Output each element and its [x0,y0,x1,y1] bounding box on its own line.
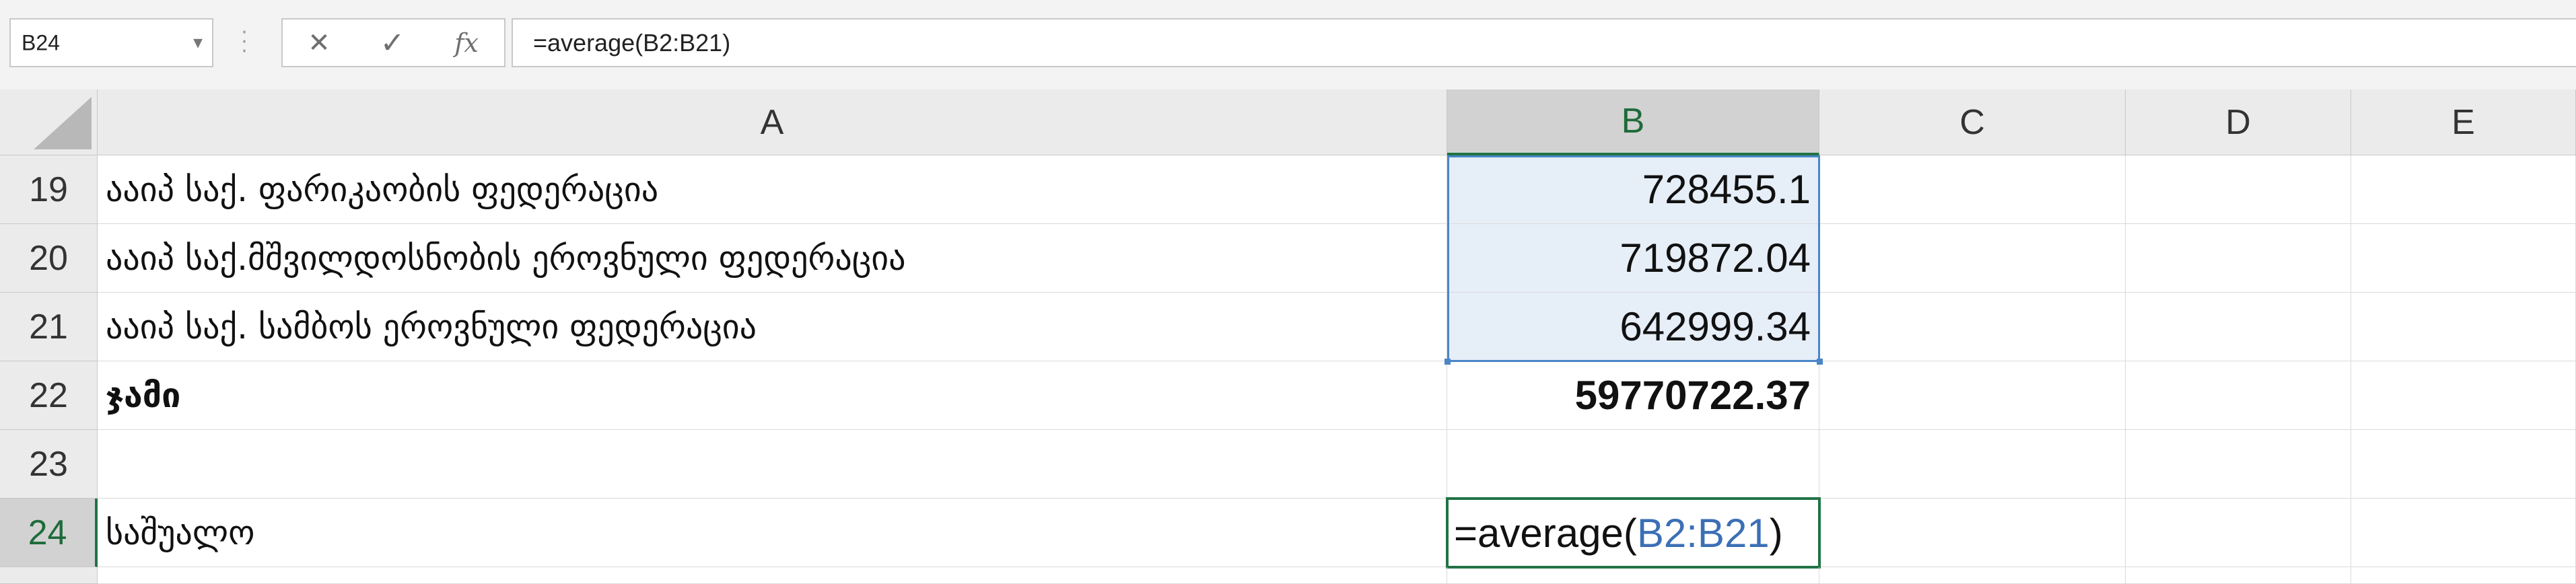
cell-d22[interactable] [2126,361,2351,430]
column-header-a[interactable]: A [98,89,1447,155]
cell-a21[interactable]: ააიპ საქ. სამბოს ეროვნული ფედერაცია [98,293,1447,361]
column-header-d[interactable]: D [2126,89,2351,155]
column-header-b[interactable]: B [1447,89,1819,155]
cell-c21[interactable] [1819,293,2126,361]
row-header-20[interactable]: 20 [0,224,98,293]
cell-a22[interactable]: ჯამი [98,361,1447,430]
row-header-19[interactable]: 19 [0,155,98,224]
cell-b22[interactable]: 59770722.37 [1447,361,1819,430]
row-header-23[interactable]: 23 [0,430,98,499]
formula-bar: B24 ▼ · · · ✕ ✓ fx =average(B2:B21) [0,0,2576,90]
formula-text: =average(B2:B21) [533,28,731,57]
cell-e21[interactable] [2351,293,2576,361]
cell-b20[interactable]: 719872.04 [1447,224,1819,293]
cell-a20[interactable]: ააიპ საქ.მშვილდოსნობის ეროვნული ფედერაცი… [98,224,1447,293]
chevron-down-icon[interactable]: ▼ [193,36,203,50]
row-header-22[interactable]: 22 [0,361,98,430]
cell-d24[interactable] [2126,499,2351,567]
cancel-icon[interactable]: ✕ [308,28,330,59]
cell-d19[interactable] [2126,155,2351,224]
cell-d25[interactable] [2126,567,2351,584]
cell-b25[interactable] [1447,567,1819,584]
range-handle-bottom-right[interactable] [1817,359,1823,365]
row-header-25-partial[interactable] [0,567,98,584]
cell-c24[interactable] [1819,499,2126,567]
enter-check-icon[interactable]: ✓ [380,26,405,60]
cell-b23[interactable] [1447,430,1819,499]
cell-a25[interactable] [98,567,1447,584]
cell-b21[interactable]: 642999.34 [1447,293,1819,361]
row-header-24[interactable]: 24 [0,499,98,567]
cell-a23[interactable] [98,430,1447,499]
edit-formula-suffix: ) [1769,510,1783,556]
column-header-c[interactable]: C [1819,89,2126,155]
select-all-corner[interactable] [0,89,98,155]
cell-c19[interactable] [1819,155,2126,224]
edit-formula-range-ref: B2:B21 [1636,510,1770,556]
row-header-21[interactable]: 21 [0,293,98,361]
cell-b19[interactable]: 728455.1 [1447,155,1819,224]
insert-function-icon[interactable]: fx [454,28,479,58]
cell-e25[interactable] [2351,567,2576,584]
cell-e22[interactable] [2351,361,2576,430]
cell-e23[interactable] [2351,430,2576,499]
active-cell-b24-editor[interactable]: =average(B2:B21) [1446,497,1821,569]
cell-d21[interactable] [2126,293,2351,361]
edit-formula-prefix: =average( [1454,510,1637,556]
range-handle-bottom-left[interactable] [1444,359,1451,365]
cell-e19[interactable] [2351,155,2576,224]
cell-c25[interactable] [1819,567,2126,584]
name-box-value: B24 [22,30,60,54]
formula-input[interactable]: =average(B2:B21) [512,18,2576,67]
cell-a24[interactable]: საშუალო [98,499,1447,567]
name-box[interactable]: B24 ▼ [9,18,213,67]
cell-d23[interactable] [2126,430,2351,499]
spreadsheet-grid: A B C D E 19 20 21 22 23 24 ააიპ საქ. ფა… [0,89,2576,584]
select-all-triangle-icon [34,97,92,149]
column-header-e[interactable]: E [2351,89,2576,155]
cell-d20[interactable] [2126,224,2351,293]
grip-handle-icon[interactable]: · · · [241,23,248,62]
cell-a19[interactable]: ააიპ საქ. ფარიკაობის ფედერაცია [98,155,1447,224]
cell-e24[interactable] [2351,499,2576,567]
cell-c22[interactable] [1819,361,2126,430]
cell-e20[interactable] [2351,224,2576,293]
formula-actions: ✕ ✓ fx [281,18,506,67]
cell-c23[interactable] [1819,430,2126,499]
cell-c20[interactable] [1819,224,2126,293]
